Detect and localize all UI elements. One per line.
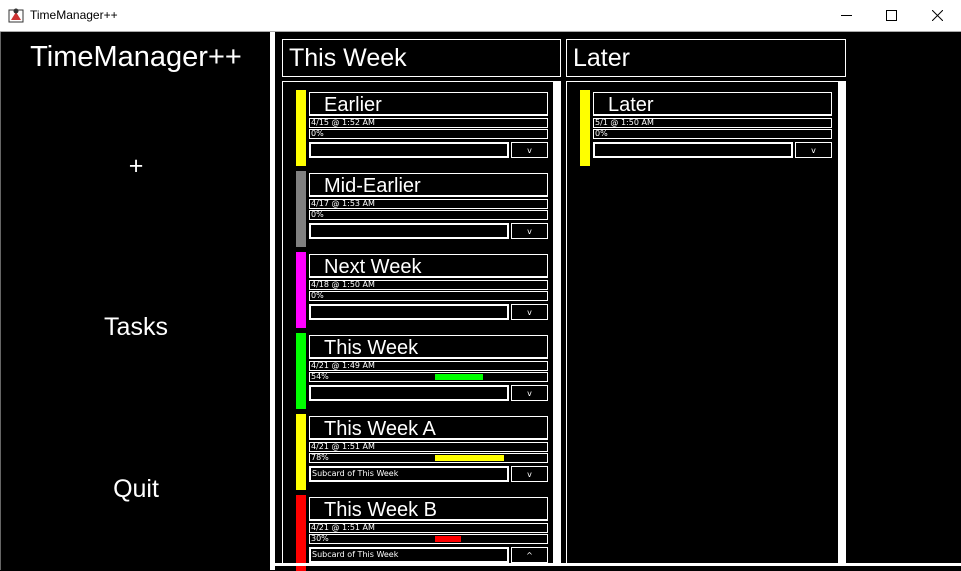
column-this-week: Earlier 4/15 @ 1:52 AM 0% v Mid-Earlier … [282,81,561,571]
card-body: Earlier 4/15 @ 1:52 AM 0% v [306,90,551,166]
card-progress-bar [435,455,504,461]
card-progress-bar [435,536,461,542]
card-title: Mid-Earlier [309,173,548,197]
card-subtitle-field[interactable]: Subcard of This Week [309,547,509,563]
task-card[interactable]: Mid-Earlier 4/17 @ 1:53 AM 0% v [296,171,551,247]
card-subtitle-field[interactable] [309,385,509,401]
card-progress: 0% [309,210,548,220]
card-body: This Week 4/21 @ 1:49 AM 54% v [306,333,551,409]
card-progress-percent: 30% [311,534,329,543]
card-due-date: 4/17 @ 1:53 AM [309,199,548,209]
card-due-date: 5/1 @ 1:50 AM [593,118,832,128]
card-body: Mid-Earlier 4/17 @ 1:53 AM 0% v [306,171,551,247]
card-progress-percent: 78% [311,453,329,462]
column-scrollbar[interactable] [838,82,845,565]
card-expand-button[interactable]: v [511,223,548,239]
card-color-stripe [296,90,306,166]
card-title: Later [593,92,832,116]
card-title: This Week B [309,497,548,521]
column-header-later: Later [566,39,846,77]
card-title: This Week [309,335,548,359]
task-card[interactable]: This Week A 4/21 @ 1:51 AM 78% Subcard o… [296,414,551,490]
window-titlebar: TimeManager++ [0,0,961,32]
close-icon [932,10,943,21]
window-title: TimeManager++ [30,8,118,22]
add-task-button[interactable]: + [1,152,271,181]
card-body: Later 5/1 @ 1:50 AM 0% v [590,90,835,166]
card-expand-button[interactable]: v [795,142,832,158]
card-subtitle-field[interactable] [309,304,509,320]
card-expand-button[interactable]: ^ [511,547,548,563]
column-header-this-week: This Week [282,39,561,77]
column-scrollbar[interactable] [553,82,560,565]
task-card[interactable]: This Week B 4/21 @ 1:51 AM 30% Subcard o… [296,495,551,571]
minimize-button[interactable] [823,0,869,31]
card-subtitle-field[interactable] [593,142,793,158]
card-expand-button[interactable]: v [511,142,548,158]
card-progress-percent: 0% [311,129,324,138]
tasks-button[interactable]: Tasks [1,313,271,342]
column-later: Later 5/1 @ 1:50 AM 0% v [566,81,846,566]
card-title: Earlier [309,92,548,116]
card-progress: 0% [309,291,548,301]
app-heading: TimeManager++ [30,41,242,73]
app-icon [8,8,24,23]
maximize-icon [886,10,897,21]
card-subtitle-field[interactable]: Subcard of This Week [309,466,509,482]
card-color-stripe [296,333,306,409]
card-due-date: 4/15 @ 1:52 AM [309,118,548,128]
card-title: This Week A [309,416,548,440]
minimize-icon [841,15,852,16]
card-due-date: 4/18 @ 1:50 AM [309,280,548,290]
card-color-stripe [296,171,306,247]
card-progress: 30% [309,534,548,544]
sidebar: TimeManager++ + Tasks Quit [0,32,271,570]
card-color-stripe [296,252,306,328]
card-body: Next Week 4/18 @ 1:50 AM 0% v [306,252,551,328]
close-button[interactable] [914,0,960,31]
task-card[interactable]: Next Week 4/18 @ 1:50 AM 0% v [296,252,551,328]
card-subtitle-field[interactable] [309,223,509,239]
quit-button[interactable]: Quit [1,475,271,504]
card-progress: 0% [593,129,832,139]
horizontal-scrollbar[interactable] [275,563,961,566]
card-progress: 0% [309,129,548,139]
card-progress-bar [435,374,483,380]
card-expand-button[interactable]: v [511,385,548,401]
sidebar-divider[interactable] [270,32,275,570]
card-color-stripe [580,90,590,166]
card-expand-button[interactable]: v [511,304,548,320]
card-due-date: 4/21 @ 1:51 AM [309,442,548,452]
card-body: This Week A 4/21 @ 1:51 AM 78% Subcard o… [306,414,551,490]
task-card[interactable]: This Week 4/21 @ 1:49 AM 54% v [296,333,551,409]
card-progress: 54% [309,372,548,382]
card-progress: 78% [309,453,548,463]
card-progress-percent: 54% [311,372,329,381]
card-progress-percent: 0% [311,210,324,219]
card-color-stripe [296,414,306,490]
card-progress-percent: 0% [595,129,608,138]
card-body: This Week B 4/21 @ 1:51 AM 30% Subcard o… [306,495,551,571]
card-color-stripe [296,495,306,571]
card-due-date: 4/21 @ 1:51 AM [309,523,548,533]
task-card[interactable]: Later 5/1 @ 1:50 AM 0% v [580,90,835,166]
maximize-button[interactable] [868,0,914,31]
card-due-date: 4/21 @ 1:49 AM [309,361,548,371]
task-card[interactable]: Earlier 4/15 @ 1:52 AM 0% v [296,90,551,166]
card-progress-percent: 0% [311,291,324,300]
card-subtitle-field[interactable] [309,142,509,158]
card-expand-button[interactable]: v [511,466,548,482]
card-title: Next Week [309,254,548,278]
